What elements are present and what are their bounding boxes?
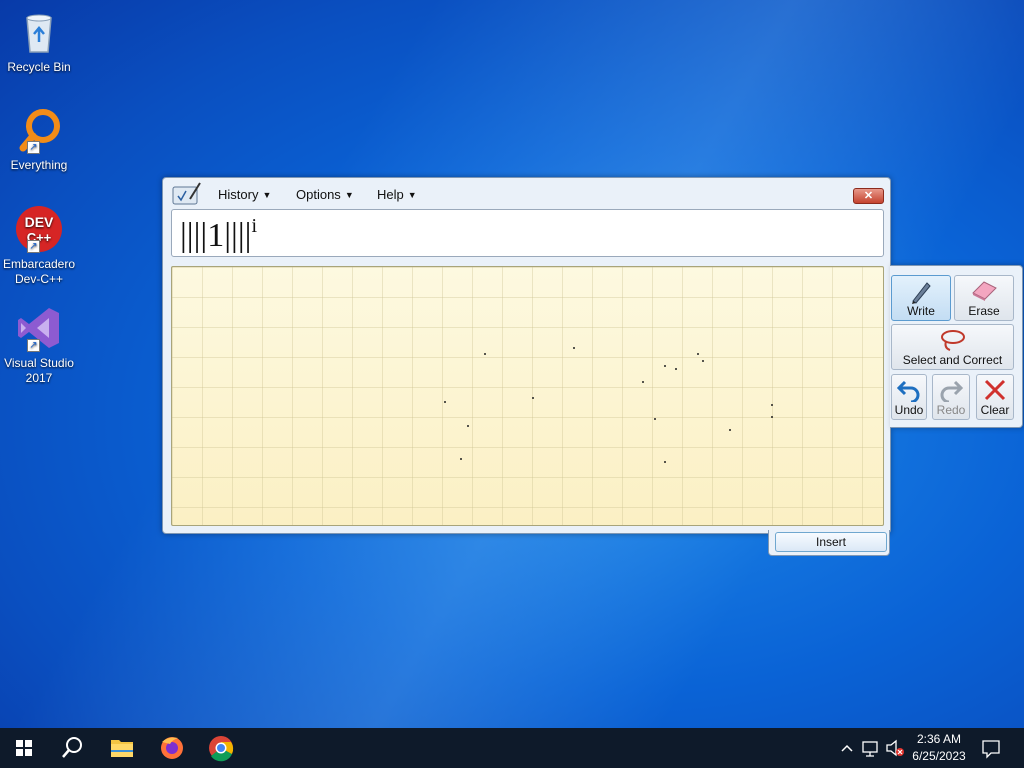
caret-down-icon: ▼ bbox=[344, 190, 354, 200]
desktop-icon-label: Embarcadero Dev-C++ bbox=[2, 257, 76, 286]
desktop-icon-label: Visual Studio 2017 bbox=[4, 356, 74, 385]
insert-tab: Insert bbox=[768, 530, 890, 556]
chrome-icon bbox=[209, 736, 234, 762]
recycle-bin-icon bbox=[15, 8, 63, 56]
eraser-icon bbox=[972, 281, 997, 301]
desktop-icon-devcpp[interactable]: DEV C++ ↗ Embarcadero Dev-C++ bbox=[2, 205, 76, 287]
select-and-correct-button[interactable]: Select and Correct bbox=[891, 324, 1014, 370]
redo-label: Redo bbox=[936, 403, 966, 417]
menu-help[interactable]: Help ▼ bbox=[377, 187, 417, 202]
desktop-icon-everything[interactable]: ↗ Everything bbox=[2, 106, 76, 173]
menu-history-label: History bbox=[218, 187, 259, 202]
ink-stroke bbox=[664, 365, 666, 367]
close-button[interactable]: ✕ bbox=[853, 188, 884, 204]
action-center-button[interactable] bbox=[976, 728, 1006, 768]
redo-button[interactable]: Redo bbox=[932, 374, 970, 420]
input-panel-window: History ▼ Options ▼ Help ▼ ✕ ||||1||||i I bbox=[162, 177, 891, 556]
insert-button[interactable]: Insert bbox=[775, 532, 887, 552]
firefox-button[interactable] bbox=[148, 728, 196, 768]
ink-stroke bbox=[484, 353, 486, 355]
close-icon: ✕ bbox=[863, 190, 874, 202]
erase-label: Erase bbox=[968, 304, 1000, 318]
clear-x-icon bbox=[984, 379, 1006, 401]
chevron-up-icon bbox=[841, 744, 853, 752]
lasso-icon bbox=[940, 330, 965, 351]
start-button[interactable] bbox=[0, 728, 48, 768]
folder-icon bbox=[111, 740, 133, 757]
ink-stroke bbox=[675, 368, 677, 370]
shortcut-arrow-icon: ↗ bbox=[27, 240, 40, 253]
write-label: Write bbox=[907, 304, 935, 318]
ink-stroke bbox=[444, 401, 446, 403]
firefox-icon bbox=[161, 737, 183, 759]
redo-icon bbox=[940, 380, 963, 402]
clear-label: Clear bbox=[980, 403, 1010, 417]
erase-button[interactable]: Erase bbox=[954, 275, 1014, 321]
undo-button[interactable]: Undo bbox=[891, 374, 927, 420]
everything-icon: ↗ bbox=[15, 106, 63, 154]
write-button[interactable]: Write bbox=[891, 275, 951, 321]
desktop-icon-recycle-bin[interactable]: Recycle Bin bbox=[2, 8, 76, 75]
menu-bar: History ▼ Options ▼ Help ▼ ✕ bbox=[163, 178, 890, 208]
clock-time: 2:36 AM bbox=[916, 732, 962, 746]
caret-down-icon: ▼ bbox=[407, 190, 417, 200]
preview-text: ||||1|||| bbox=[180, 217, 252, 254]
taskbar: 2:36 AM 6/25/2023 bbox=[0, 728, 1024, 768]
clear-button[interactable]: Clear bbox=[976, 374, 1014, 420]
chrome-button[interactable] bbox=[197, 728, 245, 768]
select-and-correct-label: Select and Correct bbox=[902, 353, 1003, 367]
volume-button[interactable] bbox=[884, 728, 906, 768]
file-explorer-button[interactable] bbox=[98, 728, 146, 768]
menu-help-label: Help bbox=[377, 187, 404, 202]
menu-options[interactable]: Options ▼ bbox=[296, 187, 354, 202]
pen-icon bbox=[912, 282, 931, 304]
clock-date: 6/25/2023 bbox=[912, 749, 966, 763]
ink-stroke bbox=[702, 360, 704, 362]
visual-studio-icon: ↗ bbox=[15, 304, 63, 352]
windows-logo-icon bbox=[16, 740, 32, 756]
desktop-icon-label: Everything bbox=[10, 158, 68, 172]
ink-stroke bbox=[771, 404, 773, 406]
ink-stroke bbox=[460, 458, 462, 460]
ink-stroke bbox=[532, 397, 534, 399]
taskbar-clock[interactable]: 2:36 AM 6/25/2023 bbox=[906, 731, 972, 765]
ink-stroke bbox=[697, 353, 699, 355]
ink-stroke bbox=[573, 347, 575, 349]
preview-superscript: i bbox=[251, 215, 258, 237]
devcpp-icon: DEV C++ ↗ bbox=[15, 205, 63, 253]
volume-muted-icon bbox=[886, 739, 904, 757]
menu-history[interactable]: History ▼ bbox=[218, 187, 271, 202]
ink-stroke bbox=[642, 381, 644, 383]
network-icon bbox=[862, 741, 878, 757]
notification-icon bbox=[982, 740, 1000, 759]
undo-icon bbox=[897, 380, 920, 402]
desktop-icon-visual-studio[interactable]: ↗ Visual Studio 2017 bbox=[2, 304, 76, 386]
tool-palette: Write Erase Select and Correct Undo Redo bbox=[890, 265, 1023, 428]
ink-stroke bbox=[729, 429, 731, 431]
ink-stroke bbox=[771, 416, 773, 418]
undo-label: Undo bbox=[894, 403, 924, 417]
recognized-text-preview[interactable]: ||||1||||i bbox=[171, 209, 884, 257]
network-button[interactable] bbox=[860, 728, 882, 768]
writing-pad[interactable] bbox=[171, 266, 884, 526]
svg-text:DEV: DEV bbox=[25, 214, 54, 230]
ink-stroke bbox=[664, 461, 666, 463]
search-icon bbox=[62, 737, 82, 758]
caret-down-icon: ▼ bbox=[262, 190, 272, 200]
menu-options-label: Options bbox=[296, 187, 341, 202]
shortcut-arrow-icon: ↗ bbox=[27, 339, 40, 352]
shortcut-arrow-icon: ↗ bbox=[27, 141, 40, 154]
search-button[interactable] bbox=[48, 728, 96, 768]
desktop-icon-label: Recycle Bin bbox=[7, 60, 71, 74]
show-hidden-icons-button[interactable] bbox=[838, 728, 856, 768]
input-panel-app-icon[interactable] bbox=[172, 181, 202, 206]
ink-stroke bbox=[654, 418, 656, 420]
ink-stroke bbox=[467, 425, 469, 427]
